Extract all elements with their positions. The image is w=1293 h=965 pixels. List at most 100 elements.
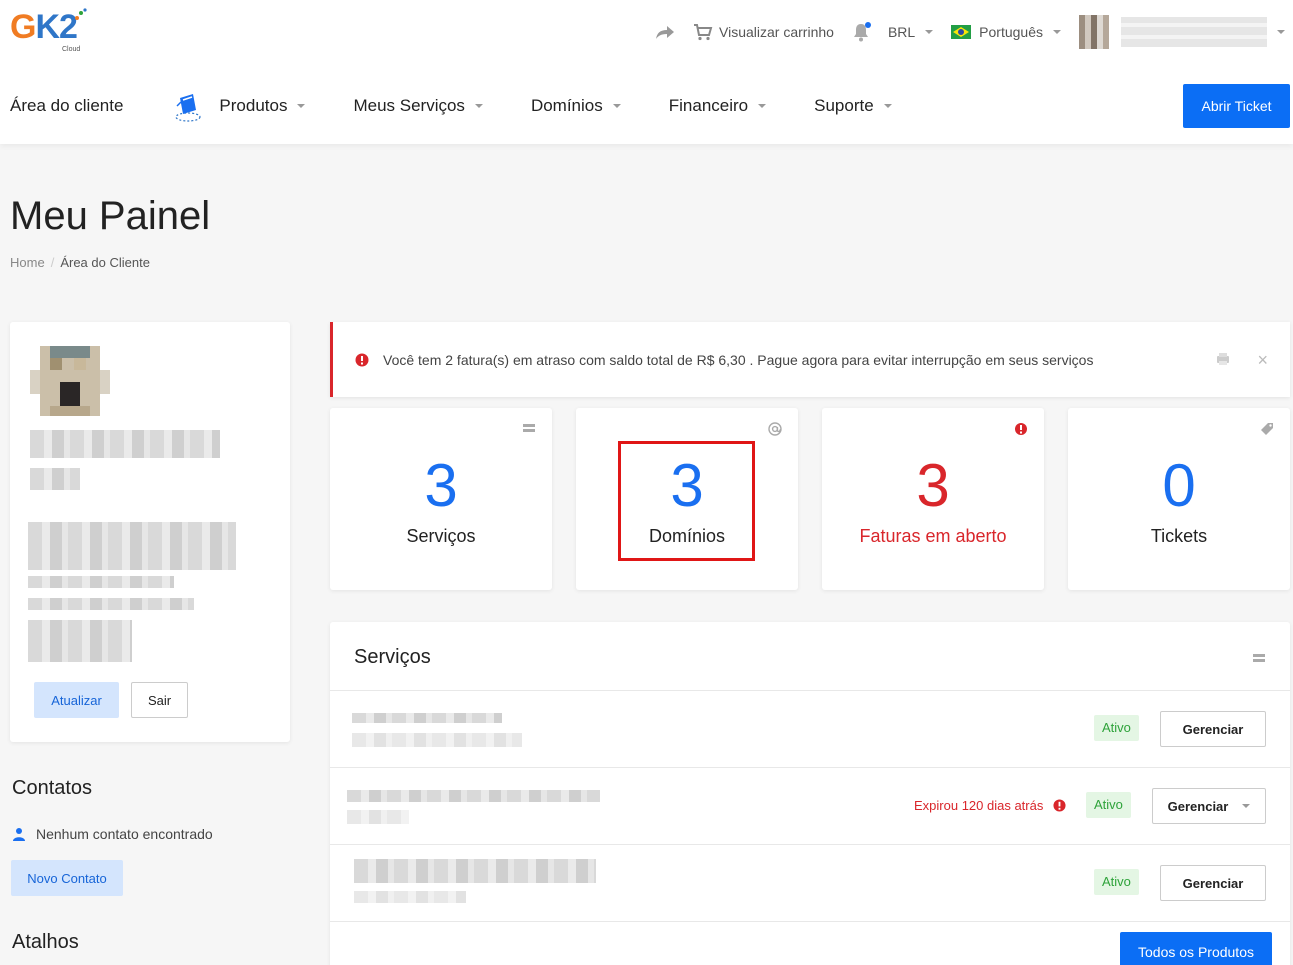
service-domain-redacted	[347, 810, 409, 824]
service-name-redacted	[347, 790, 600, 802]
breadcrumb-current: Área do Cliente	[60, 255, 150, 270]
tickets-count: 0	[1162, 452, 1196, 519]
service-row[interactable]: Ativo Gerenciar	[330, 844, 1290, 921]
nav-support-label: Suporte	[814, 96, 874, 115]
service-domain-redacted	[354, 891, 466, 903]
user-avatar	[1079, 15, 1109, 49]
page-title: Meu Painel	[10, 194, 211, 238]
expired-text: Expirou 120 dias atrás	[914, 798, 1044, 813]
print-icon[interactable]	[1216, 352, 1230, 366]
status-badge: Ativo	[1086, 792, 1131, 818]
shortcuts-title: Atalhos	[12, 931, 79, 953]
chevron-down-icon	[474, 104, 483, 108]
nav-domains[interactable]: Domínios	[531, 96, 621, 116]
tag-icon	[1261, 423, 1273, 435]
at-icon	[768, 422, 782, 436]
tile-services[interactable]: 3 Serviços	[330, 408, 552, 590]
top-bar: GK2 Cloud Visualizar carrinho BRL Portug…	[0, 0, 1293, 144]
invoices-count: 3	[916, 452, 950, 519]
tickets-label: Tickets	[1150, 526, 1208, 546]
domains-highlight-box	[618, 441, 755, 561]
share-arrow-icon	[656, 26, 675, 39]
nav-billing-label: Financeiro	[668, 96, 749, 115]
profile-country-redacted	[28, 620, 132, 662]
chevron-down-icon	[612, 104, 621, 108]
close-icon[interactable]: ×	[1257, 350, 1268, 371]
expired-note: Expirou 120 dias atrás	[914, 798, 1066, 813]
notifications-button[interactable]	[852, 22, 871, 42]
new-contact-button[interactable]: Novo Contato	[11, 860, 123, 896]
user-icon	[13, 828, 25, 841]
notification-dot	[864, 22, 871, 28]
all-products-button[interactable]: Todos os Produtos	[1120, 932, 1272, 965]
logout-button[interactable]: Sair	[131, 682, 188, 718]
open-ticket-button[interactable]: Abrir Ticket	[1183, 84, 1290, 128]
manage-dropdown-button[interactable]: Gerenciar	[1152, 788, 1266, 824]
service-domain-redacted	[352, 733, 522, 747]
service-row[interactable]: Ativo Gerenciar	[330, 690, 1290, 767]
services-panel-title: Serviços	[354, 646, 431, 668]
profile-card: Atualizar Sair	[10, 322, 290, 742]
products-icon	[175, 94, 202, 122]
manage-button[interactable]: Gerenciar	[1160, 865, 1266, 901]
manage-button[interactable]: Gerenciar	[1160, 711, 1266, 747]
overdue-invoice-alert: Você tem 2 fatura(s) em atraso com saldo…	[330, 322, 1290, 397]
alert-circle-icon	[355, 353, 369, 366]
profile-name-redacted	[30, 430, 220, 458]
nav-products[interactable]: Produtos	[171, 88, 306, 124]
chevron-down-icon	[883, 104, 892, 108]
chevron-down-icon	[297, 104, 306, 108]
chevron-down-icon	[1242, 804, 1251, 808]
language-label: Português	[979, 24, 1043, 40]
breadcrumb: Home / Área do Cliente	[10, 255, 150, 270]
logo-dots-icon	[75, 8, 87, 20]
server-icon	[523, 424, 535, 432]
nav-support[interactable]: Suporte	[814, 96, 892, 116]
nav-client-area[interactable]: Área do cliente	[10, 96, 123, 116]
chevron-down-icon	[1277, 30, 1285, 34]
language-select[interactable]: Português	[951, 24, 1061, 40]
tile-open-invoices[interactable]: 3 Faturas em aberto	[822, 408, 1044, 590]
status-badge: Ativo	[1094, 715, 1139, 741]
services-count: 3	[424, 452, 458, 519]
server-icon	[1253, 654, 1265, 662]
profile-state-redacted	[28, 598, 194, 610]
nav-my-services-label: Meus Serviços	[353, 96, 465, 115]
nav-my-services[interactable]: Meus Serviços	[353, 96, 483, 116]
manage-label: Gerenciar	[1167, 798, 1229, 814]
cart-label: Visualizar carrinho	[719, 24, 834, 40]
services-label: Serviços	[406, 526, 476, 546]
contacts-title: Contatos	[12, 777, 93, 799]
brazil-flag-icon	[951, 25, 972, 39]
alert-circle-icon	[1053, 799, 1066, 812]
cart-icon	[694, 24, 713, 41]
invoices-label: Faturas em aberto	[859, 526, 1007, 546]
services-panel: Serviços Ativo Gerenciar Expirou 120 dia…	[330, 622, 1290, 965]
breadcrumb-home[interactable]: Home	[10, 255, 45, 270]
alert-text: Você tem 2 fatura(s) em atraso com saldo…	[383, 351, 1094, 368]
user-menu[interactable]	[1079, 15, 1285, 49]
currency-select[interactable]: BRL	[887, 24, 934, 40]
no-contacts-message: Nenhum contato encontrado	[12, 826, 213, 842]
service-row[interactable]: Expirou 120 dias atrás Ativo Gerenciar	[330, 767, 1290, 844]
chevron-down-icon	[925, 30, 934, 34]
update-profile-button[interactable]: Atualizar	[34, 682, 119, 718]
logo[interactable]: GK2 Cloud	[10, 8, 90, 56]
logo-sub: Cloud	[62, 46, 81, 53]
currency-label: BRL	[887, 24, 916, 40]
profile-avatar	[30, 346, 110, 416]
profile-city-redacted	[28, 576, 174, 588]
service-name-redacted	[352, 713, 502, 723]
profile-company-redacted	[30, 468, 80, 490]
utility-bar: Visualizar carrinho BRL Português	[637, 15, 1285, 49]
nav-billing[interactable]: Financeiro	[668, 96, 767, 116]
nav-products-label: Produtos	[219, 96, 288, 115]
chevron-down-icon	[758, 104, 767, 108]
chevron-down-icon	[1053, 30, 1061, 34]
service-name-redacted	[354, 859, 596, 883]
logo-text: GK2	[10, 8, 78, 46]
view-cart-link[interactable]: Visualizar carrinho	[693, 23, 834, 41]
tile-tickets[interactable]: 0 Tickets	[1068, 408, 1290, 590]
share-button[interactable]	[655, 24, 675, 40]
nav-domains-label: Domínios	[530, 96, 603, 115]
